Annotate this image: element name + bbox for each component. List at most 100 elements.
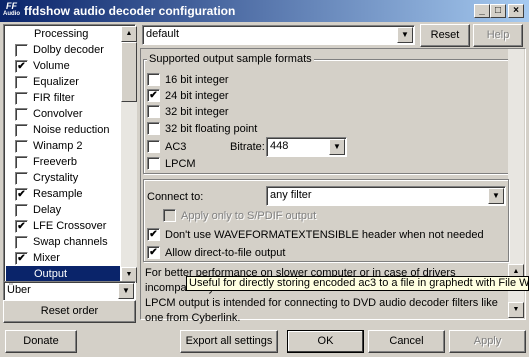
filter-list-item-label: Mixer [33, 252, 60, 264]
filter-list-item[interactable]: Noise reduction [6, 122, 120, 138]
format-check-box[interactable]: ✔ [147, 89, 160, 102]
filter-check-box[interactable] [15, 156, 28, 169]
format-option-checkbox[interactable]: LPCM [147, 157, 287, 171]
filter-list[interactable]: Processing Dolby decoder ✔ Volume Equalizer F… [3, 24, 137, 283]
bitrate-dropdown-arrow-icon[interactable]: ▼ [329, 139, 345, 155]
filter-list-item[interactable]: ✔ Mixer [6, 250, 120, 266]
bitrate-label: Bitrate: [230, 140, 270, 154]
filter-list-item-label: Noise reduction [33, 124, 110, 136]
connect-to-label: Connect to: [147, 190, 203, 204]
filter-list-item-label: Winamp 2 [33, 140, 83, 152]
format-option-checkbox[interactable]: 16 bit integer [147, 73, 287, 87]
waveformat-check-box[interactable]: ✔ [147, 228, 160, 241]
direct-to-file-check-box[interactable]: ✔ [147, 246, 160, 259]
preset-combo-value: default [146, 28, 180, 40]
help-button[interactable]: Help [473, 24, 523, 47]
cancel-button[interactable]: Cancel [368, 330, 445, 353]
close-button[interactable]: × [508, 4, 524, 18]
filter-check-box[interactable] [15, 140, 28, 153]
filter-list-item-label: LFE Crossover [33, 220, 107, 232]
filter-check-box[interactable] [15, 76, 28, 89]
filter-check-box[interactable] [15, 44, 28, 57]
filter-list-item-label: Output [34, 268, 68, 280]
filter-list-item[interactable]: Dolby decoder [6, 42, 120, 58]
spdif-only-checkbox[interactable]: Apply only to S/PDIF output [163, 209, 363, 223]
connect-dropdown-arrow-icon[interactable]: ▼ [488, 188, 504, 204]
filter-list-item[interactable]: Freeverb [6, 154, 120, 170]
filter-check-box[interactable] [15, 124, 28, 137]
format-option-checkbox[interactable]: 32 bit integer [147, 105, 287, 119]
scroll-thumb[interactable] [121, 42, 137, 102]
filter-check-box[interactable] [15, 236, 28, 249]
language-combo-value: Über [7, 284, 31, 296]
filter-list-item-label: FIR filter [33, 92, 75, 104]
filter-check-box[interactable]: ✔ [15, 252, 28, 265]
scroll-up-arrow-icon[interactable]: ▲ [121, 26, 137, 42]
language-combo[interactable]: Über ▼ [3, 281, 136, 301]
format-option-checkbox[interactable]: 32 bit floating point [147, 122, 287, 136]
filter-check-box[interactable] [15, 204, 28, 217]
donate-button[interactable]: Donate [5, 330, 77, 353]
direct-to-file-label: Allow direct-to-file output [165, 247, 286, 259]
filter-list-item-label: Equalizer [33, 76, 79, 88]
preset-combo[interactable]: default ▼ [142, 25, 415, 45]
filter-check-box[interactable]: ✔ [15, 220, 28, 233]
preset-reset-button[interactable]: Reset [420, 24, 470, 47]
filter-list-item[interactable]: Output [6, 266, 120, 282]
ok-button[interactable]: OK [287, 330, 364, 353]
filter-list-item[interactable]: FIR filter [6, 90, 120, 106]
tooltip: Useful for directly storing encoded ac3 … [186, 276, 529, 291]
maximize-button[interactable]: □ [490, 4, 506, 18]
format-check-box[interactable] [147, 73, 160, 86]
filter-list-item[interactable]: ✔ Resample [6, 186, 120, 202]
apply-button[interactable]: Apply [449, 330, 526, 353]
ffdshow-app-icon: FF Audio [3, 2, 20, 19]
format-option-checkbox[interactable]: ✔ 24 bit integer [147, 89, 287, 103]
filter-list-item-label: Resample [33, 188, 83, 200]
filter-list-item-label: Delay [33, 204, 62, 216]
formats-legend: Supported output sample formats [147, 53, 314, 66]
info-line: one from Cyberlink. [145, 312, 241, 324]
connect-to-combo[interactable]: any filter ▼ [266, 186, 506, 206]
format-check-box[interactable] [147, 122, 160, 135]
minimize-button[interactable]: _ [474, 4, 490, 18]
filter-list-item[interactable]: Winamp 2 [6, 138, 120, 154]
spdif-only-label: Apply only to S/PDIF output [181, 210, 317, 222]
export-settings-button[interactable]: Export all settings [180, 330, 278, 353]
filter-check-box[interactable] [15, 92, 28, 105]
filter-list-item[interactable]: Swap channels [6, 234, 120, 250]
filter-list-item-label: Processing [34, 28, 89, 40]
format-option-label: 32 bit floating point [165, 123, 258, 135]
filter-list-scrollbar[interactable]: ▲ ▼ [121, 26, 137, 283]
format-check-box[interactable] [147, 140, 160, 153]
waveformat-checkbox[interactable]: ✔ Don't use WAVEFORMATEXTENSIBLE header … [147, 228, 487, 242]
bitrate-label-text: Bitrate: [230, 141, 265, 153]
combo-dropdown-arrow-icon[interactable]: ▼ [118, 283, 134, 299]
waveformat-label: Don't use WAVEFORMATEXTENSIBLE header wh… [165, 229, 484, 241]
spdif-only-check-box[interactable] [163, 209, 176, 222]
bitrate-combo[interactable]: 448 ▼ [266, 137, 347, 157]
filter-list-item[interactable]: Equalizer [6, 74, 120, 90]
filter-list-item[interactable]: Processing [6, 26, 120, 42]
filter-list-item[interactable]: Convolver [6, 106, 120, 122]
format-check-box[interactable] [147, 157, 160, 170]
filter-check-box[interactable] [15, 108, 28, 121]
format-option-label: LPCM [165, 158, 196, 170]
filter-check-box[interactable] [15, 172, 28, 185]
filter-list-item[interactable]: Crystality [6, 170, 120, 186]
filter-list-item[interactable]: ✔ Volume [6, 58, 120, 74]
direct-to-file-checkbox[interactable]: ✔ Allow direct-to-file output [147, 246, 347, 260]
filter-check-box[interactable]: ✔ [15, 60, 28, 73]
reset-order-button[interactable]: Reset order [3, 300, 136, 323]
filter-check-box[interactable]: ✔ [15, 188, 28, 201]
format-check-box[interactable] [147, 105, 160, 118]
format-option-label: 16 bit integer [165, 74, 229, 86]
filter-list-item-label: Dolby decoder [33, 44, 104, 56]
filter-list-item-label: Crystality [33, 172, 79, 184]
filter-list-item[interactable]: ✔ LFE Crossover [6, 218, 120, 234]
filter-list-item[interactable]: Delay [6, 202, 120, 218]
preset-dropdown-arrow-icon[interactable]: ▼ [397, 27, 413, 43]
title-bar[interactable]: FF Audio ffdshow audio decoder configura… [0, 0, 529, 22]
settings-scroll-down-arrow-icon[interactable]: ▼ [508, 302, 524, 318]
bitrate-combo-value: 448 [270, 140, 289, 152]
